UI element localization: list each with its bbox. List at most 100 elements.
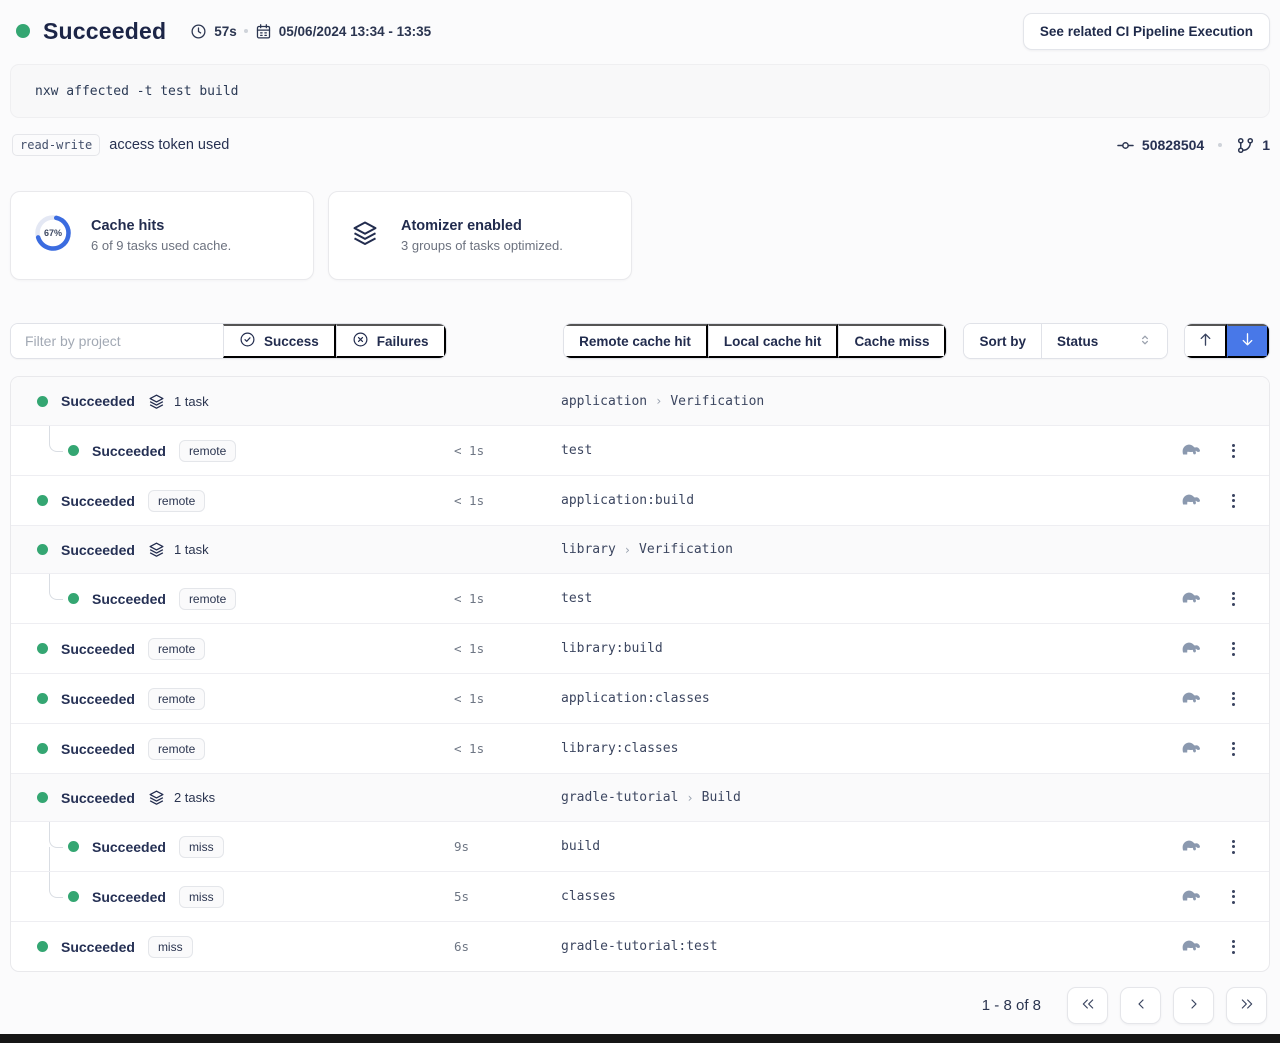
filter-success-button[interactable]: Success bbox=[223, 324, 336, 358]
sort-descending-button[interactable] bbox=[1227, 324, 1269, 358]
cache-hits-card[interactable]: 67% Cache hits 6 of 9 tasks used cache. bbox=[10, 191, 314, 280]
filter-by-project-input[interactable] bbox=[11, 333, 223, 349]
task-name: build bbox=[561, 839, 1181, 854]
cache-status-badge: remote bbox=[148, 638, 205, 660]
run-command: nxw affected -t test build bbox=[10, 64, 1270, 118]
task-name: test bbox=[561, 443, 1181, 458]
task-row[interactable]: Succeededmiss5sclasses bbox=[11, 871, 1269, 921]
cache-hits-subtitle: 6 of 9 tasks used cache. bbox=[91, 238, 231, 253]
status-dot-icon bbox=[37, 495, 48, 506]
dot-separator bbox=[1218, 143, 1222, 147]
row-status-label: Succeeded bbox=[61, 641, 135, 657]
status-dot-icon bbox=[37, 693, 48, 704]
task-duration: < 1s bbox=[454, 741, 561, 756]
task-row[interactable]: Succeededremote< 1slibrary:build bbox=[11, 623, 1269, 673]
row-menu-button[interactable] bbox=[1229, 688, 1238, 710]
row-menu-button[interactable] bbox=[1229, 886, 1238, 908]
tree-connector bbox=[37, 822, 68, 871]
task-duration: < 1s bbox=[454, 691, 561, 706]
gradle-elephant-icon[interactable] bbox=[1181, 739, 1202, 759]
task-group-row[interactable]: Succeeded1 taskapplication›Verification bbox=[11, 377, 1269, 425]
row-status-label: Succeeded bbox=[61, 493, 135, 509]
task-row[interactable]: Succeededremote< 1stest bbox=[11, 573, 1269, 623]
task-name: classes bbox=[561, 889, 1181, 904]
task-row[interactable]: Succeededremote< 1stest bbox=[11, 425, 1269, 475]
task-row[interactable]: Succeededmiss9sbuild bbox=[11, 821, 1269, 871]
cache-status-badge: remote bbox=[179, 440, 236, 462]
gradle-elephant-icon[interactable] bbox=[1181, 887, 1202, 907]
chevron-right-icon bbox=[1186, 996, 1202, 1015]
status-dot-icon bbox=[37, 743, 48, 754]
row-status-label: Succeeded bbox=[61, 691, 135, 707]
first-page-button[interactable] bbox=[1067, 987, 1108, 1024]
sort-by-label: Sort by bbox=[964, 324, 1041, 358]
chevron-right-icon: › bbox=[655, 394, 662, 408]
task-row[interactable]: Succeededremote< 1slibrary:classes bbox=[11, 723, 1269, 773]
group-target-path: application›Verification bbox=[561, 394, 1243, 409]
cache-status-badge: miss bbox=[179, 886, 224, 908]
status-dot-icon bbox=[37, 396, 48, 407]
chevron-updown-icon bbox=[1138, 333, 1152, 350]
sort-select[interactable]: Status bbox=[1041, 324, 1167, 358]
cache-status-badge: miss bbox=[179, 836, 224, 858]
row-menu-button[interactable] bbox=[1229, 936, 1238, 958]
chevron-left-icon bbox=[1133, 996, 1149, 1015]
gradle-elephant-icon[interactable] bbox=[1181, 441, 1202, 461]
gradle-elephant-icon[interactable] bbox=[1181, 837, 1202, 857]
last-page-button[interactable] bbox=[1226, 987, 1267, 1024]
task-group-row[interactable]: Succeeded1 tasklibrary›Verification bbox=[11, 525, 1269, 573]
atomizer-title: Atomizer enabled bbox=[401, 218, 563, 234]
branch-count[interactable]: 1 bbox=[1262, 137, 1270, 153]
filter-cache-miss-button[interactable]: Cache miss bbox=[838, 324, 946, 358]
row-menu-button[interactable] bbox=[1229, 490, 1238, 512]
gradle-elephant-icon[interactable] bbox=[1181, 689, 1202, 709]
row-menu-button[interactable] bbox=[1229, 836, 1238, 858]
task-list: Succeeded1 taskapplication›VerificationS… bbox=[10, 376, 1270, 972]
chevrons-right-icon bbox=[1239, 996, 1255, 1015]
row-status-label: Succeeded bbox=[61, 790, 135, 806]
row-status-label: Succeeded bbox=[92, 889, 166, 905]
filter-local-cache-hit-button[interactable]: Local cache hit bbox=[708, 324, 839, 358]
gradle-elephant-icon[interactable] bbox=[1181, 491, 1202, 511]
commit-id[interactable]: 50828504 bbox=[1142, 137, 1204, 153]
run-status-title: Succeeded bbox=[43, 18, 166, 45]
row-menu-button[interactable] bbox=[1229, 440, 1238, 462]
row-status-label: Succeeded bbox=[92, 591, 166, 607]
cache-status-badge: remote bbox=[148, 490, 205, 512]
see-related-ci-pipeline-button[interactable]: See related CI Pipeline Execution bbox=[1023, 13, 1270, 50]
run-date-range: 05/06/2024 13:34 - 13:35 bbox=[255, 23, 431, 40]
layers-icon bbox=[148, 541, 165, 558]
atomizer-card[interactable]: Atomizer enabled 3 groups of tasks optim… bbox=[328, 191, 632, 280]
pagination: 1 - 8 of 8 bbox=[10, 987, 1270, 1024]
run-header: Succeeded 57s 05/06/2024 13:34 - 13:35 S… bbox=[10, 8, 1270, 54]
gradle-elephant-icon[interactable] bbox=[1181, 937, 1202, 957]
task-row[interactable]: Succeededremote< 1sapplication:classes bbox=[11, 673, 1269, 723]
cache-filter-group: Remote cache hit Local cache hit Cache m… bbox=[563, 323, 947, 359]
next-page-button[interactable] bbox=[1173, 987, 1214, 1024]
pagination-label: 1 - 8 of 8 bbox=[982, 997, 1041, 1014]
task-group-row[interactable]: Succeeded2 tasksgradle-tutorial›Build bbox=[11, 773, 1269, 821]
cache-percent: 67% bbox=[44, 228, 62, 238]
task-name: application:classes bbox=[561, 691, 1181, 706]
sort-direction-group bbox=[1184, 323, 1270, 359]
previous-page-button[interactable] bbox=[1120, 987, 1161, 1024]
filter-remote-cache-hit-button[interactable]: Remote cache hit bbox=[564, 324, 708, 358]
filter-failures-button[interactable]: Failures bbox=[336, 324, 446, 358]
tree-connector bbox=[37, 872, 68, 921]
status-dot-icon bbox=[37, 643, 48, 654]
x-circle-icon bbox=[352, 331, 369, 351]
task-row[interactable]: Succeededmiss6sgradle-tutorial:test bbox=[11, 921, 1269, 971]
row-menu-button[interactable] bbox=[1229, 638, 1238, 660]
group-target-path: library›Verification bbox=[561, 542, 1243, 557]
row-status-label: Succeeded bbox=[61, 939, 135, 955]
row-menu-button[interactable] bbox=[1229, 588, 1238, 610]
task-name: library:build bbox=[561, 641, 1181, 656]
gradle-elephant-icon[interactable] bbox=[1181, 639, 1202, 659]
access-token-badge: read-write bbox=[12, 134, 100, 156]
task-name: test bbox=[561, 591, 1181, 606]
row-menu-button[interactable] bbox=[1229, 738, 1238, 760]
sort-ascending-button[interactable] bbox=[1185, 324, 1227, 358]
status-dot-icon bbox=[16, 24, 30, 38]
gradle-elephant-icon[interactable] bbox=[1181, 589, 1202, 609]
task-row[interactable]: Succeededremote< 1sapplication:build bbox=[11, 475, 1269, 525]
